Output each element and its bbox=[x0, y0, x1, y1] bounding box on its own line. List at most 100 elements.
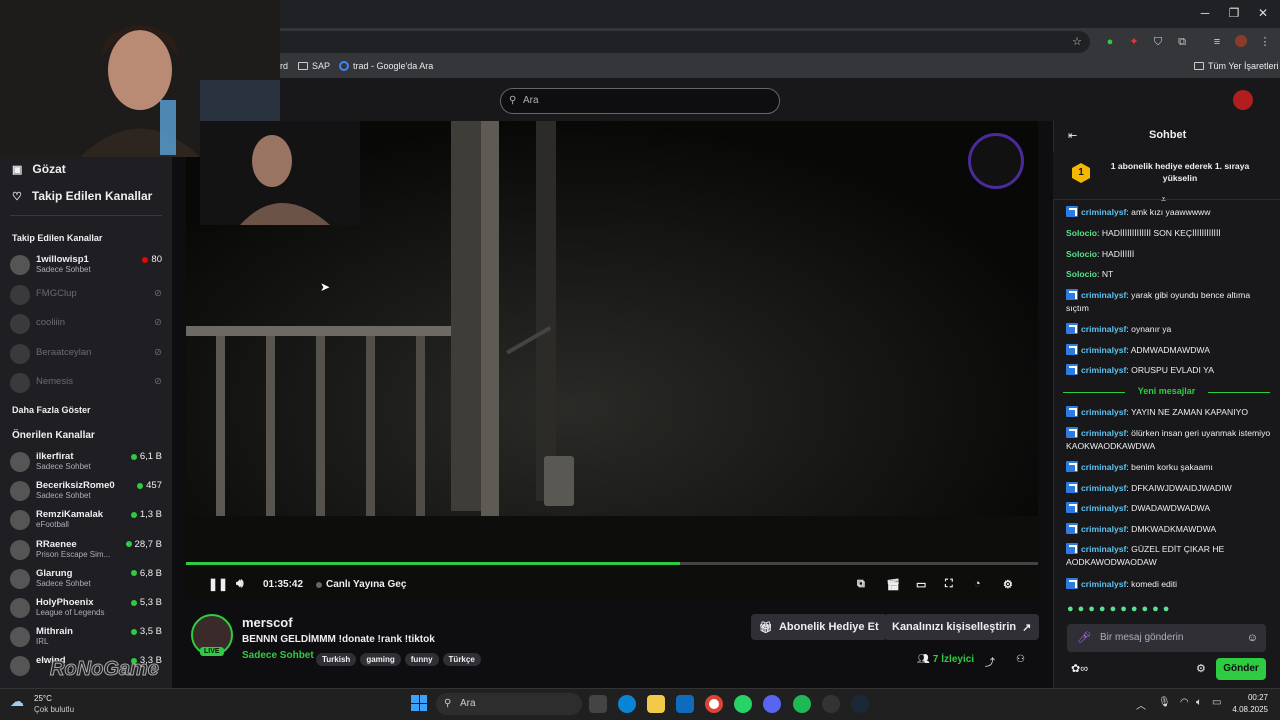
all-bookmarks[interactable]: Tüm Yer İşaretleri bbox=[1194, 61, 1279, 71]
chat-username[interactable]: criminalysf bbox=[1081, 345, 1126, 355]
search-input[interactable]: ⚲ Ara bbox=[500, 88, 780, 114]
discord-icon[interactable] bbox=[763, 695, 781, 713]
followed-channel[interactable]: Nemesis ⊘ bbox=[10, 371, 162, 399]
task-view-icon[interactable] bbox=[589, 695, 607, 713]
recommended-channel[interactable]: HolyPhoenix League of Legends 5,3 B bbox=[10, 596, 162, 624]
go-live-button[interactable]: Canlı Yayına Geç bbox=[316, 579, 406, 590]
chat-username[interactable]: criminalysf bbox=[1081, 483, 1126, 493]
chat-username[interactable]: criminalysf bbox=[1081, 503, 1126, 513]
chat-username[interactable]: criminalysf bbox=[1081, 462, 1126, 472]
chat-message-text: : YAYIN NE ZAMAN KAPANIYO bbox=[1126, 407, 1249, 417]
profile-avatar[interactable] bbox=[1234, 35, 1248, 49]
clock-time[interactable]: 00:27 bbox=[1232, 693, 1268, 702]
clock-date[interactable]: 4.08.2025 bbox=[1224, 705, 1268, 714]
speed-icon[interactable]: ◔ bbox=[974, 578, 981, 590]
chat-username[interactable]: criminalysf bbox=[1081, 365, 1126, 375]
wifi-icon[interactable]: ◠ bbox=[1180, 697, 1189, 708]
menu-icon[interactable]: ⋮ bbox=[1258, 35, 1272, 49]
battery-icon[interactable]: ▭ bbox=[1212, 697, 1221, 708]
fullscreen-icon[interactable]: ⛶ bbox=[945, 578, 953, 591]
windows-start-icon[interactable] bbox=[411, 695, 427, 711]
close-icon[interactable]: ✕ bbox=[1248, 6, 1278, 20]
recommended-channel[interactable]: Glarung Sadece Sohbet 6,8 B bbox=[10, 567, 162, 595]
followed-channel[interactable]: cooliiin ⊘ bbox=[10, 312, 162, 340]
gift-subscription-button[interactable]: 🎁︎ Abonelik Hediye Et bbox=[751, 614, 887, 640]
emote-bar[interactable]: ●●●●●●●●●● bbox=[1067, 603, 1266, 619]
chrome-icon[interactable] bbox=[705, 695, 723, 713]
address-bar[interactable] bbox=[270, 31, 1090, 53]
channel-points-icon[interactable]: ✿∞ bbox=[1071, 662, 1088, 675]
shield-icon[interactable]: ⛉ bbox=[1151, 35, 1165, 49]
outlook-icon[interactable] bbox=[676, 695, 694, 713]
weather-temp[interactable]: 25°C bbox=[34, 694, 52, 703]
volume-icon[interactable]: 🔊︎ bbox=[236, 576, 244, 591]
nav-following[interactable]: ♡ Takip Edilen Kanallar bbox=[12, 189, 152, 203]
pause-icon[interactable]: ❚❚ bbox=[208, 577, 228, 591]
tag[interactable]: funny bbox=[404, 653, 439, 666]
settings-icon[interactable]: ⚙ bbox=[1003, 578, 1013, 591]
share-icon[interactable]: ⤴ bbox=[985, 654, 995, 669]
clip-icon[interactable]: 🎬︎ bbox=[886, 578, 900, 591]
tag[interactable]: gaming bbox=[360, 653, 401, 666]
chat-username[interactable]: criminalysf bbox=[1081, 324, 1126, 334]
chat-username[interactable]: criminalysf bbox=[1081, 544, 1126, 554]
nav-browse[interactable]: ▣ Gözat bbox=[12, 162, 66, 176]
recommended-channel[interactable]: RRaenee Prison Escape Sim... 28,7 B bbox=[10, 538, 162, 566]
show-more-link[interactable]: Daha Fazla Göster bbox=[12, 405, 91, 415]
chat-username[interactable]: criminalysf bbox=[1081, 428, 1126, 438]
chat-username[interactable]: criminalysf bbox=[1081, 207, 1126, 217]
steam-icon[interactable] bbox=[851, 695, 869, 713]
followed-channel[interactable]: Beraatceylan ⊘ bbox=[10, 342, 162, 370]
send-button[interactable]: Gönder bbox=[1216, 658, 1266, 680]
obs-icon[interactable] bbox=[822, 695, 840, 713]
followed-channel[interactable]: FMGClup ⊘ bbox=[10, 283, 162, 311]
chat-username[interactable]: Solocio bbox=[1066, 228, 1097, 238]
stream-category[interactable]: Sadece Sohbet bbox=[242, 650, 314, 661]
recommended-channel[interactable]: Mithrain IRL 3,5 B bbox=[10, 625, 162, 653]
bookmark-item[interactable]: trad - Google'da Ara bbox=[339, 61, 433, 71]
recommended-channel[interactable]: ilkerfirat Sadece Sohbet 6,1 B bbox=[10, 450, 162, 478]
whatsapp-icon[interactable] bbox=[734, 695, 752, 713]
bookmark-item[interactable]: SAP bbox=[298, 61, 330, 71]
maximize-icon[interactable]: ❐ bbox=[1219, 6, 1249, 20]
channel-category: IRL bbox=[36, 637, 49, 647]
puzzle-icon[interactable]: ⧉ bbox=[1175, 35, 1189, 49]
tag[interactable]: Turkish bbox=[316, 653, 357, 666]
extension-badge-icon[interactable]: ● bbox=[1103, 35, 1117, 49]
bookmark-item[interactable]: rd bbox=[280, 61, 288, 71]
chat-username[interactable]: criminalysf bbox=[1081, 407, 1126, 417]
edge-icon[interactable] bbox=[618, 695, 636, 713]
user-avatar[interactable] bbox=[1233, 90, 1253, 110]
taskbar-search[interactable]: ⚲ Ara bbox=[436, 693, 582, 715]
tray-chevron-icon[interactable]: ︿ bbox=[1136, 697, 1146, 712]
microphone-tray-icon[interactable]: 🎙︎ bbox=[1158, 697, 1171, 708]
collapse-chat-icon[interactable]: ⇤ bbox=[1068, 129, 1077, 142]
file-explorer-icon[interactable] bbox=[647, 695, 665, 713]
chat-input[interactable]: 🎤︎ Bir mesaj gönderin ☺ bbox=[1067, 624, 1266, 652]
chat-username[interactable]: criminalysf bbox=[1081, 524, 1126, 534]
chat-username[interactable]: Solocio bbox=[1066, 269, 1097, 279]
chat-username[interactable]: Solocio bbox=[1066, 249, 1097, 259]
chat-username[interactable]: criminalysf bbox=[1081, 579, 1126, 589]
tag[interactable]: Türkçe bbox=[442, 653, 481, 666]
recommended-channel[interactable]: RemziKamalak eFootball 1,3 B bbox=[10, 508, 162, 536]
star-icon[interactable]: ☆ bbox=[1070, 35, 1084, 49]
miniplayer-icon[interactable]: ⧉ bbox=[857, 578, 865, 591]
chat-username[interactable]: criminalysf bbox=[1081, 290, 1126, 300]
emote-picker-icon[interactable]: ☺ bbox=[1247, 624, 1258, 652]
theatre-mode-icon[interactable]: ▭ bbox=[916, 578, 926, 591]
followed-channel[interactable]: 1willowisp1 Sadece Sohbet 80 bbox=[10, 253, 162, 281]
media-icon[interactable]: ≡ bbox=[1210, 35, 1224, 49]
extension-icon[interactable]: ✦ bbox=[1127, 35, 1141, 49]
recommended-channel[interactable]: BeceriksizRome0 Sadece Sohbet 457 bbox=[10, 479, 162, 507]
customize-channel-button[interactable]: Kanalınızı kişiselleştirin ↗ bbox=[884, 614, 1040, 640]
volume-tray-icon[interactable]: 🔈︎ bbox=[1196, 697, 1202, 708]
chat-settings-icon[interactable]: ⚙ bbox=[1196, 662, 1206, 675]
channel-name[interactable]: merscof bbox=[242, 615, 293, 630]
minimize-icon[interactable]: ─ bbox=[1190, 6, 1220, 20]
video-progress-bar[interactable] bbox=[186, 562, 1038, 565]
expand-icon[interactable]: ⩡ bbox=[1161, 194, 1166, 205]
microphone-icon[interactable]: 🎤︎ bbox=[1077, 624, 1091, 652]
follow-options-icon[interactable]: ⚇ bbox=[1016, 654, 1025, 665]
spotify-icon[interactable] bbox=[793, 695, 811, 713]
